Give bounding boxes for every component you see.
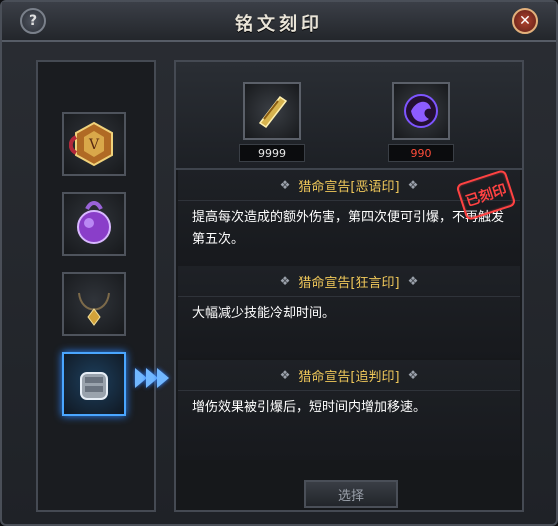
- ornament-left-icon: ❖: [279, 274, 291, 288]
- material-scroll[interactable]: [243, 82, 301, 140]
- materials-header: [176, 62, 522, 170]
- purple-gem-icon: [404, 94, 438, 128]
- armor-icon: [80, 372, 108, 400]
- inscription-option-3[interactable]: ❖ 猎命宣告[追判印] ❖ 增伤效果被引爆后，短时间内增加移速。: [178, 360, 520, 460]
- option-description: 大幅减少技能冷却时间。: [192, 306, 336, 321]
- hexagon-amulet-icon: V: [69, 121, 113, 167]
- material-count-purple-gem: 990: [388, 144, 454, 162]
- option-title-text: 猎命宣告[狂言印]: [298, 275, 400, 291]
- window-title: 铭文刻印: [235, 14, 323, 35]
- option-title: ❖ 猎命宣告[追判印] ❖: [178, 360, 520, 391]
- ornament-right-icon: ❖: [407, 274, 419, 288]
- material-purple-gem[interactable]: [392, 82, 450, 140]
- select-button[interactable]: 选择: [304, 480, 398, 508]
- close-icon: ✕: [519, 13, 531, 29]
- scroll-icon: [258, 95, 288, 129]
- option-title: ❖ 猎命宣告[狂言印] ❖: [178, 266, 520, 297]
- titlebar: ? 铭文刻印 ✕: [2, 2, 556, 42]
- purple-orb-icon: [77, 201, 111, 244]
- slot-necklace[interactable]: [62, 272, 126, 336]
- slot-purple-orb[interactable]: [62, 192, 126, 256]
- close-button[interactable]: ✕: [512, 8, 538, 34]
- ornament-right-icon: ❖: [407, 178, 419, 192]
- slot-hexagon-amulet[interactable]: V: [62, 112, 126, 176]
- material-count-scroll: 9999: [239, 144, 305, 162]
- arrow-icon-3: [157, 368, 169, 388]
- slot-armor[interactable]: [62, 352, 126, 416]
- svg-text:V: V: [88, 137, 100, 153]
- option-title-text: 猎命宣告[恶语印]: [298, 179, 400, 195]
- option-title-text: 猎命宣告[追判印]: [298, 369, 400, 385]
- ornament-left-icon: ❖: [279, 178, 291, 192]
- option-description: 增伤效果被引爆后，短时间内增加移速。: [192, 400, 427, 415]
- inscription-option-2[interactable]: ❖ 猎命宣告[狂言印] ❖ 大幅减少技能冷却时间。: [178, 266, 520, 358]
- necklace-icon: [78, 292, 110, 326]
- ornament-right-icon: ❖: [407, 368, 419, 382]
- ornament-left-icon: ❖: [279, 368, 291, 382]
